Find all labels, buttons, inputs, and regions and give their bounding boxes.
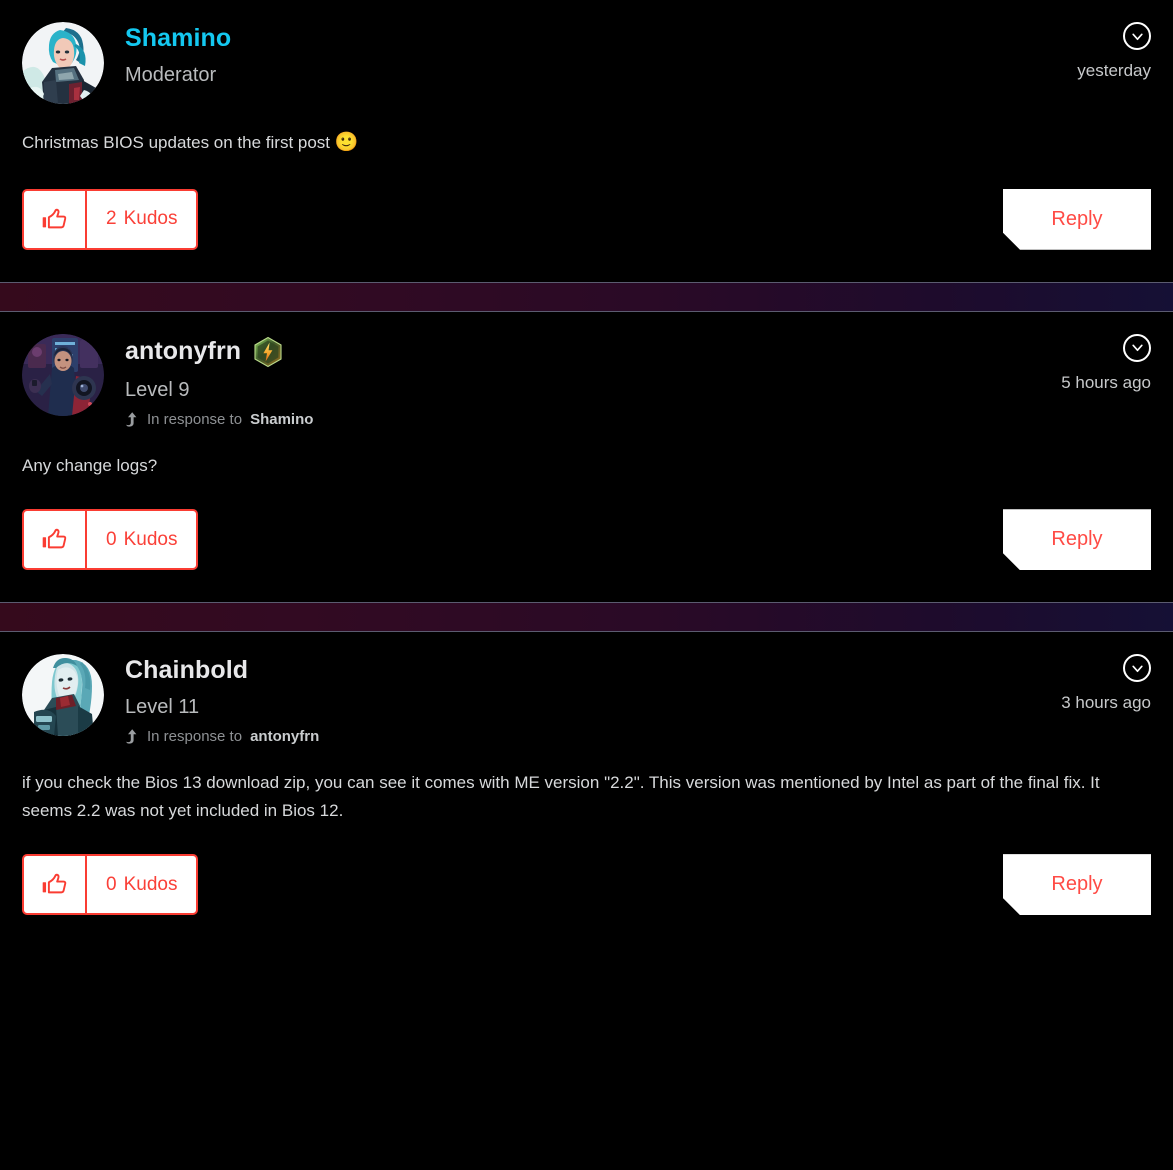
- post-header: antonyfrn Level 9 In response to Shamino…: [22, 312, 1151, 428]
- post-thread: Shamino Moderator yesterday Christmas BI…: [0, 0, 1173, 947]
- kudos-text: Kudos: [123, 208, 178, 230]
- post-timestamp: 5 hours ago: [1061, 372, 1151, 392]
- post-meta: 3 hours ago: [1061, 654, 1151, 713]
- post-body-text: Christmas BIOS updates on the first post: [22, 133, 335, 152]
- kudos-count-value: 0: [106, 528, 117, 550]
- lightning-hex-badge-icon: [254, 336, 282, 367]
- in-response-prefix: In response to: [147, 410, 243, 428]
- chevron-down-circle-icon[interactable]: [1123, 22, 1151, 50]
- post-divider: [0, 602, 1173, 633]
- in-response-author[interactable]: antonyfrn: [250, 728, 319, 745]
- in-response-to: In response to antonyfrn: [125, 728, 319, 745]
- author-rank: Level 9: [125, 378, 190, 401]
- post-footer: 0 Kudos Reply: [22, 824, 1151, 947]
- post-footer: 2 Kudos Reply: [22, 159, 1151, 282]
- kudos-count-value: 0: [106, 873, 117, 895]
- smiley-emoji-icon: 🙂: [334, 132, 359, 153]
- post-footer: 0 Kudos Reply: [22, 479, 1151, 602]
- chevron-down-circle-icon[interactable]: [1123, 333, 1151, 362]
- post-divider: [0, 281, 1173, 312]
- author-row: antonyfrn: [125, 336, 313, 368]
- post-identity: antonyfrn Level 9 In response to Shamino: [125, 334, 313, 428]
- author-row: Chainbold: [125, 656, 319, 685]
- avatar-antonyfrn[interactable]: [22, 333, 104, 416]
- reply-arrow-icon: [126, 411, 137, 427]
- in-response-prefix: In response to: [147, 728, 243, 746]
- thumbs-up-icon[interactable]: [24, 190, 87, 248]
- kudos-button[interactable]: 0 Kudos: [22, 509, 199, 571]
- kudos-count-label[interactable]: 2 Kudos: [87, 191, 196, 248]
- author-rank: Moderator: [125, 63, 217, 86]
- author-name[interactable]: Shamino: [125, 24, 231, 53]
- thumbs-up-icon[interactable]: [24, 856, 87, 914]
- reply-button[interactable]: Reply: [1003, 854, 1151, 915]
- author-rank: Level 11: [125, 696, 200, 719]
- post-body: Christmas BIOS updates on the first post…: [22, 104, 1132, 159]
- author-row: Shamino: [125, 24, 231, 53]
- reply-button[interactable]: Reply: [1003, 509, 1151, 570]
- chevron-down-circle-icon[interactable]: [1123, 654, 1151, 683]
- post-antonyfrn: antonyfrn Level 9 In response to Shamino…: [0, 312, 1173, 603]
- kudos-button[interactable]: 2 Kudos: [22, 188, 199, 250]
- post-identity: Chainbold Level 11 In response to antony…: [125, 654, 319, 745]
- post-timestamp: 3 hours ago: [1061, 693, 1151, 713]
- reply-button[interactable]: Reply: [1003, 189, 1151, 250]
- author-name[interactable]: Chainbold: [125, 656, 248, 685]
- post-header: Shamino Moderator yesterday: [22, 0, 1151, 104]
- post-timestamp: yesterday: [1077, 61, 1151, 80]
- kudos-count-value: 2: [106, 208, 117, 230]
- post-meta: yesterday: [1077, 22, 1151, 81]
- avatar-shamino[interactable]: [22, 22, 104, 104]
- post-shamino: Shamino Moderator yesterday Christmas BI…: [0, 0, 1173, 282]
- kudos-button[interactable]: 0 Kudos: [22, 854, 199, 916]
- post-body: Any change logs?: [22, 428, 1132, 480]
- reply-arrow-icon: [126, 729, 137, 744]
- post-meta: 5 hours ago: [1061, 333, 1151, 393]
- post-body: if you check the Bios 13 download zip, y…: [22, 745, 1132, 824]
- post-chainbold: Chainbold Level 11 In response to antony…: [0, 632, 1173, 947]
- kudos-count-label[interactable]: 0 Kudos: [87, 856, 196, 913]
- thumbs-up-icon[interactable]: [24, 511, 87, 569]
- in-response-to: In response to Shamino: [125, 411, 313, 428]
- post-body-text: if you check the Bios 13 download zip, y…: [22, 773, 1100, 820]
- kudos-count-label[interactable]: 0 Kudos: [87, 511, 196, 568]
- author-name[interactable]: antonyfrn: [125, 337, 241, 366]
- kudos-text: Kudos: [123, 528, 178, 550]
- post-identity: Shamino Moderator: [125, 22, 231, 87]
- kudos-text: Kudos: [123, 873, 178, 895]
- in-response-author[interactable]: Shamino: [250, 411, 313, 428]
- post-body-text: Any change logs?: [22, 455, 158, 475]
- post-header: Chainbold Level 11 In response to antony…: [22, 632, 1151, 745]
- avatar-chainbold[interactable]: [22, 654, 104, 737]
